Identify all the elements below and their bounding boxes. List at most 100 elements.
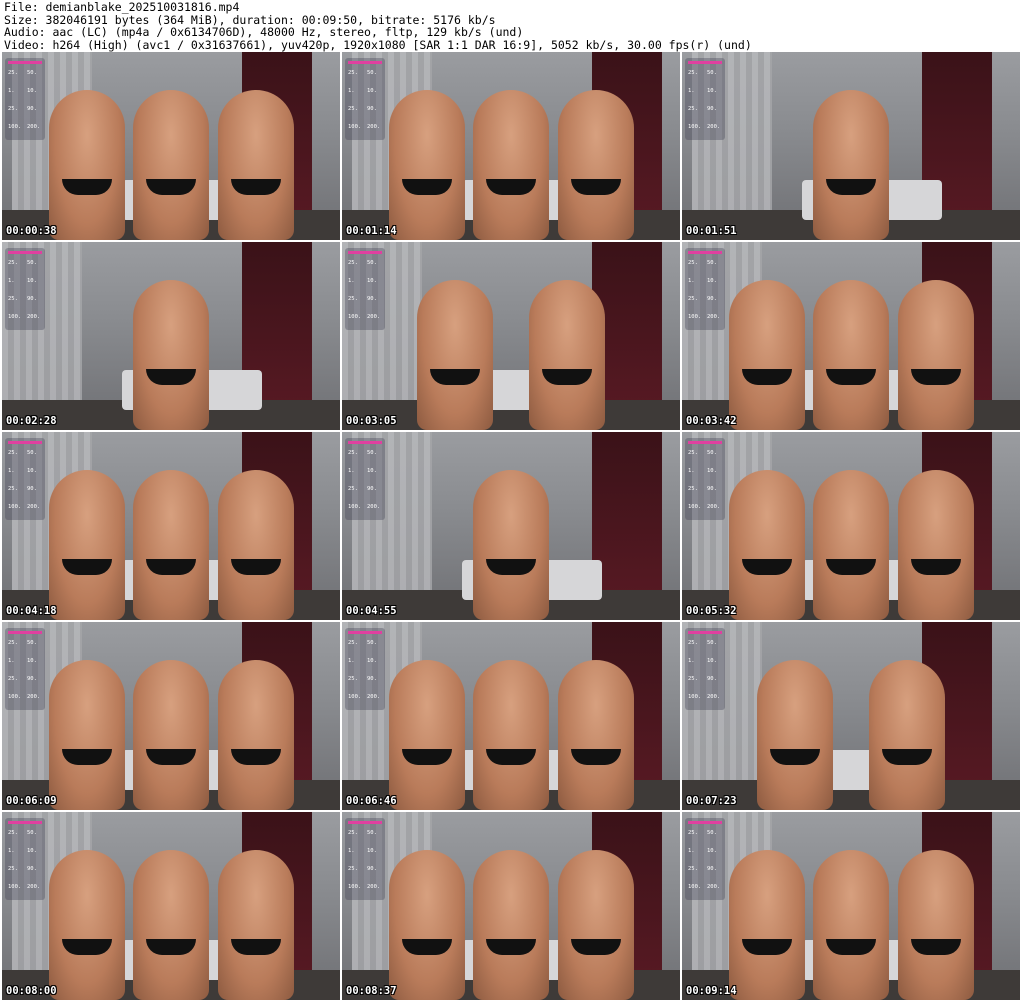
person-figure — [729, 470, 805, 620]
person-figure — [558, 90, 634, 240]
overlay-number: 25. — [348, 676, 358, 682]
overlay-number: 50. — [367, 640, 377, 646]
overlay-number: 25. — [8, 450, 18, 456]
overlay-header-bar — [8, 251, 42, 254]
overlay-number: 25. — [688, 260, 698, 266]
overlay-number: 50. — [707, 260, 717, 266]
overlay-header-bar — [348, 821, 382, 824]
tip-menu-overlay: 25. 50. 1. 10. 25. 90. 100. 200. — [345, 818, 385, 900]
person-figure — [389, 850, 465, 1000]
person-figure — [133, 660, 209, 810]
video-thumbnail[interactable]: 25. 50. 1. 10. 25. 90. 100. 200. 00:08:37 — [342, 812, 680, 1000]
person-figure — [869, 660, 945, 810]
video-thumbnail[interactable]: 25. 50. 1. 10. 25. 90. 100. 200. 00:07:23 — [682, 622, 1020, 810]
overlay-number: 25. — [8, 260, 18, 266]
overlay-number: 1. — [348, 468, 355, 474]
overlay-number: 25. — [688, 296, 698, 302]
overlay-number: 90. — [707, 296, 717, 302]
video-thumbnail[interactable]: 25. 50. 1. 10. 25. 90. 100. 200. 00:02:28 — [2, 242, 340, 430]
overlay-header-bar — [688, 631, 722, 634]
overlay-number: 1. — [348, 88, 355, 94]
tip-menu-overlay: 25. 50. 1. 10. 25. 90. 100. 200. — [345, 58, 385, 140]
overlay-number: 90. — [367, 486, 377, 492]
overlay-number: 90. — [27, 106, 37, 112]
person-figure — [49, 90, 125, 240]
thumbnail-timestamp: 00:01:14 — [346, 225, 397, 237]
person-figure — [389, 660, 465, 810]
overlay-number: 25. — [348, 450, 358, 456]
person-figure — [813, 280, 889, 430]
video-thumbnail[interactable]: 25. 50. 1. 10. 25. 90. 100. 200. 00:03:05 — [342, 242, 680, 430]
overlay-number: 25. — [8, 640, 18, 646]
overlay-number: 25. — [688, 676, 698, 682]
overlay-number: 10. — [707, 658, 717, 664]
overlay-number: 200. — [707, 124, 721, 130]
thumbnail-timestamp: 00:08:37 — [346, 985, 397, 997]
video-thumbnail[interactable]: 25. 50. 1. 10. 25. 90. 100. 200. 00:09:14 — [682, 812, 1020, 1000]
overlay-header-bar — [688, 251, 722, 254]
overlay-number: 1. — [688, 278, 695, 284]
overlay-number: 50. — [27, 70, 37, 76]
overlay-number: 1. — [348, 848, 355, 854]
tip-menu-overlay: 25. 50. 1. 10. 25. 90. 100. 200. — [5, 58, 45, 140]
overlay-header-bar — [8, 631, 42, 634]
overlay-number: 90. — [27, 296, 37, 302]
overlay-number: 10. — [27, 848, 37, 854]
thumbnail-grid: 25. 50. 1. 10. 25. 90. 100. 200. 00:00:38 25. 50. 1… — [0, 52, 1024, 1003]
video-thumbnail[interactable]: 25. 50. 1. 10. 25. 90. 100. 200. 00:01:14 — [342, 52, 680, 240]
video-thumbnail[interactable]: 25. 50. 1. 10. 25. 90. 100. 200. 00:04:18 — [2, 432, 340, 620]
overlay-header-bar — [348, 441, 382, 444]
video-thumbnail[interactable]: 25. 50. 1. 10. 25. 90. 100. 200. 00:05:32 — [682, 432, 1020, 620]
overlay-number: 90. — [367, 296, 377, 302]
overlay-number: 200. — [707, 694, 721, 700]
overlay-number: 200. — [707, 314, 721, 320]
overlay-number: 10. — [27, 658, 37, 664]
person-figure — [49, 660, 125, 810]
overlay-number: 1. — [688, 658, 695, 664]
overlay-number: 1. — [688, 848, 695, 854]
video-thumbnail[interactable]: 25. 50. 1. 10. 25. 90. 100. 200. 00:00:38 — [2, 52, 340, 240]
person-figure — [813, 470, 889, 620]
overlay-number: 200. — [367, 314, 381, 320]
overlay-number: 50. — [367, 70, 377, 76]
overlay-number: 100. — [348, 314, 362, 320]
overlay-number: 25. — [348, 106, 358, 112]
overlay-number: 25. — [348, 70, 358, 76]
overlay-number: 200. — [27, 314, 41, 320]
video-thumbnail[interactable]: 25. 50. 1. 10. 25. 90. 100. 200. 00:06:46 — [342, 622, 680, 810]
video-thumbnail[interactable]: 25. 50. 1. 10. 25. 90. 100. 200. 00:04:55 — [342, 432, 680, 620]
overlay-number: 200. — [707, 504, 721, 510]
tip-menu-overlay: 25. 50. 1. 10. 25. 90. 100. 200. — [5, 248, 45, 330]
tip-menu-overlay: 25. 50. 1. 10. 25. 90. 100. 200. — [685, 58, 725, 140]
overlay-number: 100. — [348, 884, 362, 890]
overlay-number: 200. — [27, 504, 41, 510]
overlay-number: 10. — [27, 468, 37, 474]
thumbnail-timestamp: 00:07:23 — [686, 795, 737, 807]
overlay-number: 200. — [27, 124, 41, 130]
video-thumbnail[interactable]: 25. 50. 1. 10. 25. 90. 100. 200. 00:01:51 — [682, 52, 1020, 240]
overlay-number: 10. — [367, 88, 377, 94]
thumbnail-timestamp: 00:00:38 — [6, 225, 57, 237]
video-thumbnail[interactable]: 25. 50. 1. 10. 25. 90. 100. 200. 00:08:00 — [2, 812, 340, 1000]
person-figure — [389, 90, 465, 240]
overlay-number: 200. — [367, 124, 381, 130]
overlay-number: 90. — [367, 106, 377, 112]
overlay-number: 1. — [8, 848, 15, 854]
overlay-number: 25. — [348, 830, 358, 836]
overlay-number: 25. — [688, 450, 698, 456]
person-figure — [729, 280, 805, 430]
overlay-number: 100. — [8, 124, 22, 130]
overlay-header-bar — [688, 441, 722, 444]
thumbnail-timestamp: 00:05:32 — [686, 605, 737, 617]
overlay-number: 50. — [707, 450, 717, 456]
overlay-number: 10. — [707, 848, 717, 854]
person-figure — [898, 280, 974, 430]
overlay-number: 100. — [348, 504, 362, 510]
video-thumbnail[interactable]: 25. 50. 1. 10. 25. 90. 100. 200. 00:06:09 — [2, 622, 340, 810]
video-thumbnail[interactable]: 25. 50. 1. 10. 25. 90. 100. 200. 00:03:42 — [682, 242, 1020, 430]
person-figure — [473, 850, 549, 1000]
thumbnail-timestamp: 00:06:46 — [346, 795, 397, 807]
overlay-number: 200. — [367, 694, 381, 700]
overlay-number: 100. — [8, 884, 22, 890]
tip-menu-overlay: 25. 50. 1. 10. 25. 90. 100. 200. — [5, 628, 45, 710]
